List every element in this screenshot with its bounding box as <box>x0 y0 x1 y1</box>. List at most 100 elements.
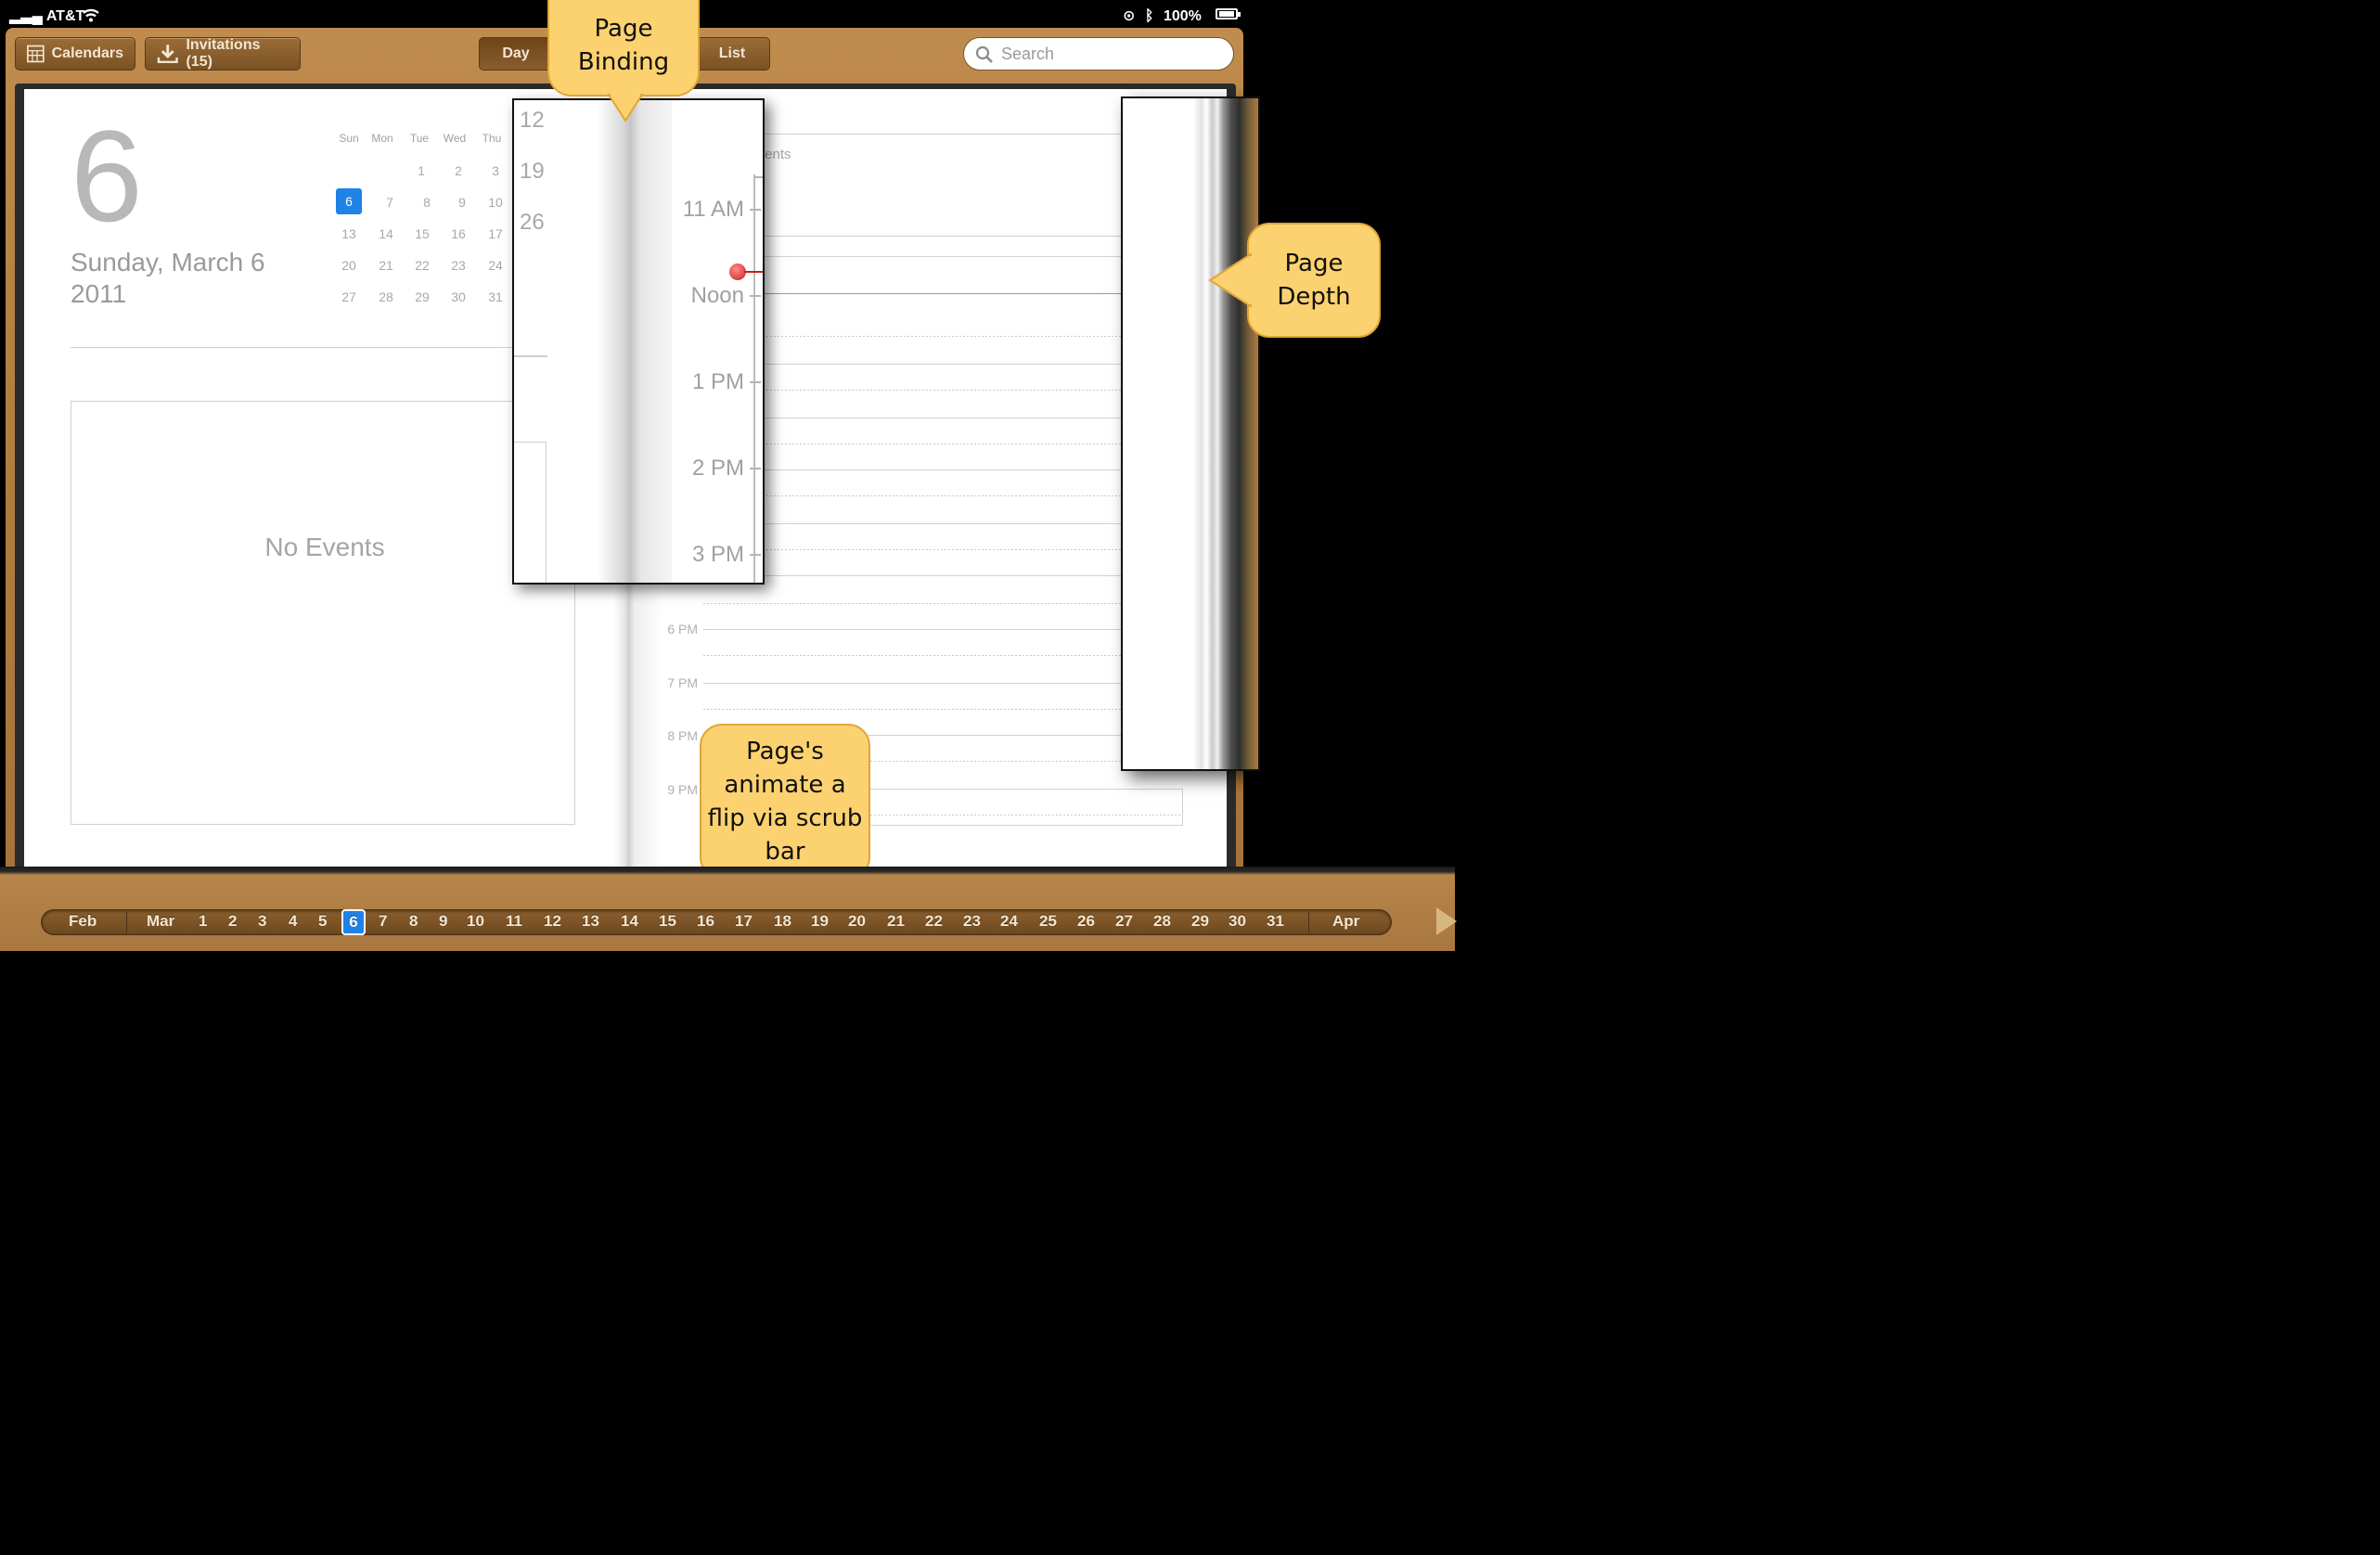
mini-calendar-day[interactable]: 9 <box>444 195 481 210</box>
mini-calendar-day[interactable]: 29 <box>404 289 441 304</box>
invitations-button-label: Invitations (15) <box>186 37 261 70</box>
hour-tick <box>750 295 761 297</box>
scrub-day[interactable]: 15 <box>659 912 676 931</box>
status-right: ⊙ ᛒ 100% <box>1123 6 1202 25</box>
mini-calendar-header: Sun Mon Tue Wed Thu <box>330 132 516 163</box>
mini-calendar-day[interactable]: 16 <box>440 226 477 241</box>
scrub-day[interactable]: 26 <box>1077 912 1095 931</box>
mini-calendar-day[interactable]: 28 <box>367 289 405 304</box>
download-icon <box>157 45 178 64</box>
scrub-day[interactable]: 11 <box>506 912 522 931</box>
callout-pointer <box>607 93 644 122</box>
scrub-day[interactable]: 9 <box>439 912 447 931</box>
hour-tick <box>750 554 761 556</box>
mini-calendar-day[interactable]: 15 <box>404 226 441 241</box>
scrub-day[interactable]: 24 <box>1000 912 1018 931</box>
scrub-day[interactable]: 14 <box>621 912 638 931</box>
mini-calendar-day[interactable]: 27 <box>330 289 367 304</box>
search-field[interactable]: Search <box>963 37 1234 71</box>
hour-label: 3 PM <box>691 542 744 567</box>
scrub-day[interactable]: 10 <box>467 912 484 931</box>
search-placeholder: Search <box>1001 44 1055 63</box>
hour-tick <box>750 468 761 469</box>
scrub-day[interactable]: 18 <box>774 912 791 931</box>
battery-percent: 100% <box>1163 8 1202 24</box>
mini-calendar-day-selected[interactable]: 6 <box>336 188 362 214</box>
half-hour-line <box>703 549 1121 550</box>
divider-fragment <box>514 355 547 357</box>
scrub-day[interactable]: 30 <box>1229 912 1246 931</box>
scrub-day[interactable]: 16 <box>697 912 714 931</box>
next-arrow-icon[interactable] <box>1436 907 1457 935</box>
mini-calendar-day[interactable]: 17 <box>477 226 514 241</box>
scrub-separator <box>1308 912 1309 932</box>
scrub-day[interactable]: 4 <box>289 912 297 931</box>
view-list-button[interactable]: List <box>694 37 770 71</box>
scrub-day[interactable]: 27 <box>1115 912 1133 931</box>
mini-calendar-day[interactable]: 31 <box>477 289 514 304</box>
scrub-day[interactable]: 7 <box>379 912 387 931</box>
mini-calendar-day[interactable]: 23 <box>440 258 477 273</box>
invitations-button[interactable]: Invitations (15) <box>145 37 301 71</box>
scrub-month-current[interactable]: Mar <box>147 912 174 931</box>
timeline-edge <box>1182 789 1183 826</box>
scrub-day[interactable]: 5 <box>318 912 327 931</box>
callout-page-binding: Page Binding <box>547 0 700 96</box>
hour-label: 7 PM <box>667 675 698 690</box>
scrub-day-selected[interactable]: 6 <box>341 909 366 935</box>
calendars-button-label: Calendars <box>51 45 123 61</box>
mini-calendar-day[interactable]: 8 <box>408 195 445 210</box>
mini-calendar-day[interactable]: 7 <box>371 195 408 210</box>
scrub-month-prev[interactable]: Feb <box>69 912 96 931</box>
scrub-day[interactable]: 29 <box>1191 912 1209 931</box>
callout-text: Page's <box>746 738 824 765</box>
mini-calendar-day[interactable]: 1 <box>403 163 440 178</box>
mini-calendar-day[interactable]: 20 <box>330 258 367 273</box>
calendars-button[interactable]: Calendars <box>15 37 135 71</box>
callout-text: bar <box>765 838 805 866</box>
mini-calendar-day[interactable]: 10 <box>477 195 514 210</box>
scrub-day[interactable]: 22 <box>925 912 943 931</box>
scrub-day[interactable]: 20 <box>848 912 866 931</box>
mini-calendar-day[interactable]: 2 <box>440 163 477 178</box>
scrub-day[interactable]: 17 <box>735 912 753 931</box>
mini-calendar-day[interactable]: 22 <box>404 258 441 273</box>
mini-calendar-day[interactable]: 24 <box>477 258 514 273</box>
hour-label: 2 PM <box>691 456 744 481</box>
current-time-line <box>744 271 763 273</box>
scrub-day[interactable]: 3 <box>258 912 266 931</box>
scrub-day[interactable]: 1 <box>199 912 207 931</box>
scrub-day[interactable]: 31 <box>1267 912 1284 931</box>
view-day-button[interactable]: Day <box>479 37 553 71</box>
date-heading: Sunday, March 6 2011 <box>71 247 265 310</box>
binding-zoom-inset: 12 19 26 11 AM Noon 1 PM 2 PM 3 PM <box>512 98 765 585</box>
hour-label: 6 PM <box>667 622 698 636</box>
scrub-day[interactable]: 28 <box>1153 912 1171 931</box>
all-day-bottom-line <box>705 236 1121 237</box>
scrub-day[interactable]: 21 <box>887 912 905 931</box>
scrub-day[interactable]: 8 <box>409 912 418 931</box>
scrub-day[interactable]: 23 <box>963 912 981 931</box>
weekday-header: Thu <box>482 132 502 145</box>
mini-calendar-day[interactable]: 30 <box>440 289 477 304</box>
scrub-day[interactable]: 25 <box>1039 912 1057 931</box>
weekday-header: Tue <box>409 132 430 145</box>
mini-calendar-week: 27 28 29 30 31 <box>330 289 516 321</box>
half-hour-line <box>703 603 1121 604</box>
mini-calendar-day[interactable]: 21 <box>367 258 405 273</box>
date-scrub-bar[interactable] <box>41 909 1392 935</box>
hour-label: 8 PM <box>667 728 698 743</box>
status-bar: ▂▃▄ AT&T ⊙ ᛒ 100% <box>0 0 1455 30</box>
week-number: 19 <box>520 159 545 184</box>
scrub-month-next[interactable]: Apr <box>1332 912 1359 931</box>
scrub-day[interactable]: 2 <box>228 912 237 931</box>
scrub-day[interactable]: 13 <box>582 912 599 931</box>
scrub-day[interactable]: 12 <box>544 912 561 931</box>
events-list-box <box>71 401 575 825</box>
mini-calendar-day[interactable]: 3 <box>477 163 514 178</box>
hour-line <box>703 575 1121 576</box>
scrub-day[interactable]: 19 <box>811 912 829 931</box>
mini-calendar-day[interactable]: 14 <box>367 226 405 241</box>
mini-calendar-day[interactable]: 13 <box>330 226 367 241</box>
callout-text: Page <box>1284 250 1344 277</box>
